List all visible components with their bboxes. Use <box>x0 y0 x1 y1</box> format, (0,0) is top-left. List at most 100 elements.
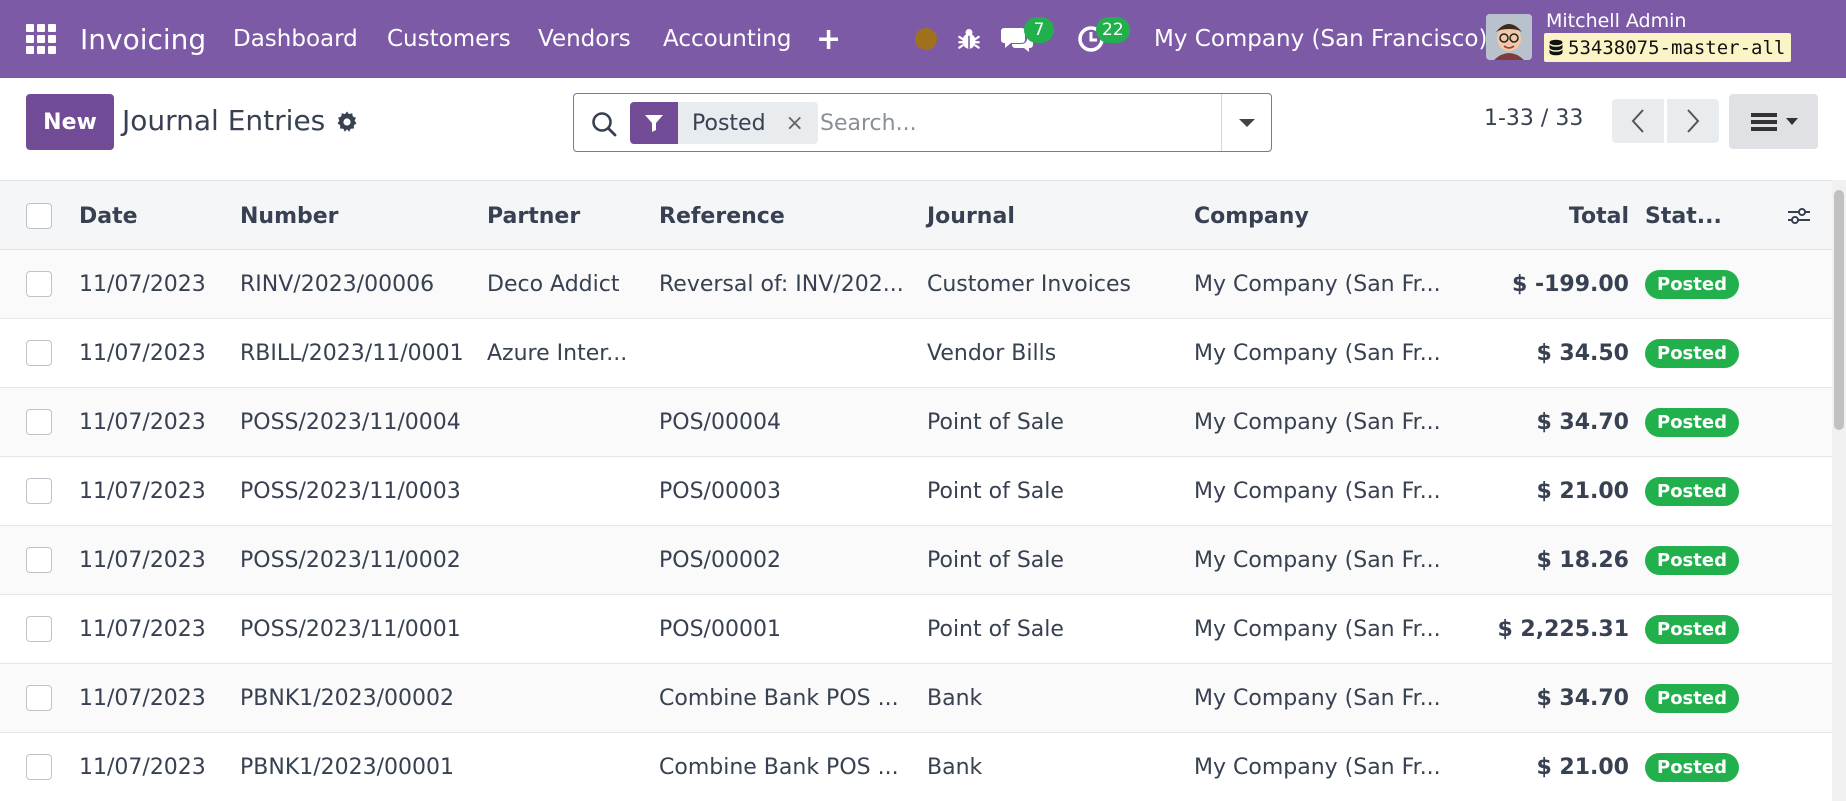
vertical-scrollbar[interactable] <box>1832 180 1846 801</box>
search-bar: Posted × <box>573 93 1272 152</box>
cell-date: 11/07/2023 <box>79 686 206 711</box>
cell-company: My Company (San Fr... <box>1194 479 1441 504</box>
cell-number: PBNK1/2023/00001 <box>240 755 455 780</box>
search-input[interactable] <box>820 104 1180 142</box>
bug-icon[interactable] <box>956 0 982 78</box>
row-checkbox[interactable] <box>26 685 52 711</box>
row-checkbox[interactable] <box>26 340 52 366</box>
cell-total: $ 34.50 <box>1536 341 1629 366</box>
cell-company: My Company (San Fr... <box>1194 617 1441 642</box>
cell-date: 11/07/2023 <box>79 479 206 504</box>
cell-company: My Company (San Fr... <box>1194 341 1441 366</box>
list-view-icon <box>1750 112 1777 131</box>
cell-total: $ 34.70 <box>1536 410 1629 435</box>
app-name[interactable]: Invoicing <box>80 0 206 78</box>
table-row[interactable]: 11/07/2023 RBILL/2023/11/0001 Azure Inte… <box>0 319 1832 388</box>
menu-customers[interactable]: Customers <box>387 0 511 78</box>
table-row[interactable]: 11/07/2023 POSS/2023/11/0003 POS/00003 P… <box>0 457 1832 526</box>
activities-count-badge: 22 <box>1096 17 1130 43</box>
column-partner[interactable]: Partner <box>487 181 580 251</box>
table-row[interactable]: 11/07/2023 RINV/2023/00006 Deco Addict R… <box>0 250 1832 319</box>
row-checkbox[interactable] <box>26 478 52 504</box>
cell-company: My Company (San Fr... <box>1194 755 1441 780</box>
table-row[interactable]: 11/07/2023 POSS/2023/11/0002 POS/00002 P… <box>0 526 1832 595</box>
caret-down-icon <box>1785 118 1798 125</box>
cell-journal: Vendor Bills <box>927 341 1057 366</box>
cell-reference: POS/00004 <box>659 410 781 435</box>
table-header: Date Number Partner Reference Journal Co… <box>0 180 1832 250</box>
pager-previous-button[interactable] <box>1612 99 1664 143</box>
status-badge: Posted <box>1645 615 1739 644</box>
cell-number: POSS/2023/11/0003 <box>240 479 461 504</box>
cell-reference: POS/00001 <box>659 617 781 642</box>
column-number[interactable]: Number <box>240 181 339 251</box>
cell-reference: POS/00003 <box>659 479 781 504</box>
menu-vendors[interactable]: Vendors <box>538 0 631 78</box>
pager-next-button[interactable] <box>1667 99 1719 143</box>
filter-icon <box>630 102 678 144</box>
cell-total: $ 2,225.31 <box>1497 617 1629 642</box>
row-checkbox[interactable] <box>26 547 52 573</box>
user-name[interactable]: Mitchell Admin <box>1546 10 1686 32</box>
cell-reference: POS/00002 <box>659 548 781 573</box>
cell-journal: Point of Sale <box>927 410 1064 435</box>
status-badge: Posted <box>1645 477 1739 506</box>
table-row[interactable]: 11/07/2023 POSS/2023/11/0001 POS/00001 P… <box>0 595 1832 664</box>
table-row[interactable]: 11/07/2023 PBNK1/2023/00002 Combine Bank… <box>0 664 1832 733</box>
search-options-toggle[interactable] <box>1221 94 1271 151</box>
cell-total: $ 18.26 <box>1536 548 1629 573</box>
cell-journal: Point of Sale <box>927 548 1064 573</box>
avatar[interactable] <box>1486 14 1532 60</box>
cell-journal: Point of Sale <box>927 479 1064 504</box>
pager-value[interactable]: 1-33 / 33 <box>1484 106 1583 131</box>
cell-reference: Combine Bank POS ... <box>659 755 899 780</box>
scrollbar-thumb[interactable] <box>1834 190 1844 430</box>
status-badge: Posted <box>1645 339 1739 368</box>
cell-total: $ 21.00 <box>1536 479 1629 504</box>
cell-date: 11/07/2023 <box>79 341 206 366</box>
new-button[interactable]: New <box>26 94 114 150</box>
row-checkbox[interactable] <box>26 409 52 435</box>
plus-icon[interactable]: + <box>816 0 841 78</box>
column-journal[interactable]: Journal <box>927 181 1015 251</box>
filter-facet: Posted × <box>630 102 818 144</box>
column-date[interactable]: Date <box>79 181 138 251</box>
apps-menu-icon[interactable] <box>26 0 60 78</box>
column-reference[interactable]: Reference <box>659 181 785 251</box>
cell-number: POSS/2023/11/0002 <box>240 548 461 573</box>
facet-close-icon[interactable]: × <box>786 111 804 136</box>
database-badge: 53438075-master-all <box>1544 33 1792 62</box>
search-icon[interactable] <box>590 110 618 138</box>
cell-date: 11/07/2023 <box>79 755 206 780</box>
status-dot-icon[interactable] <box>915 0 937 78</box>
menu-dashboard[interactable]: Dashboard <box>233 0 358 78</box>
menu-accounting[interactable]: Accounting <box>663 0 791 78</box>
status-badge: Posted <box>1645 753 1739 782</box>
top-navbar: Invoicing Dashboard Customers Vendors Ac… <box>0 0 1846 78</box>
messages-count-badge: 7 <box>1024 17 1054 43</box>
cell-company: My Company (San Fr... <box>1194 272 1441 297</box>
cell-number: POSS/2023/11/0001 <box>240 617 461 642</box>
select-all-checkbox[interactable] <box>26 203 52 229</box>
table-row[interactable]: 11/07/2023 POSS/2023/11/0004 POS/00004 P… <box>0 388 1832 457</box>
cell-partner: Azure Inter... <box>487 341 628 366</box>
status-badge: Posted <box>1645 546 1739 575</box>
row-checkbox[interactable] <box>26 616 52 642</box>
gear-icon[interactable] <box>335 110 359 134</box>
row-checkbox[interactable] <box>26 754 52 780</box>
column-company[interactable]: Company <box>1194 181 1309 251</box>
cell-number: RINV/2023/00006 <box>240 272 435 297</box>
optional-columns-icon[interactable] <box>1786 203 1812 229</box>
cell-company: My Company (San Fr... <box>1194 686 1441 711</box>
database-icon <box>1549 39 1563 55</box>
view-switcher-button[interactable] <box>1729 94 1818 149</box>
page-title: Journal Entries <box>122 104 326 137</box>
column-status[interactable]: Stat... <box>1645 181 1722 251</box>
cell-total: $ 21.00 <box>1536 755 1629 780</box>
table-row[interactable]: 11/07/2023 PBNK1/2023/00001 Combine Bank… <box>0 733 1832 801</box>
cell-date: 11/07/2023 <box>79 272 206 297</box>
row-checkbox[interactable] <box>26 271 52 297</box>
company-switcher[interactable]: My Company (San Francisco) <box>1154 0 1487 78</box>
column-total[interactable]: Total <box>1448 181 1629 251</box>
chevron-left-icon <box>1631 109 1644 133</box>
